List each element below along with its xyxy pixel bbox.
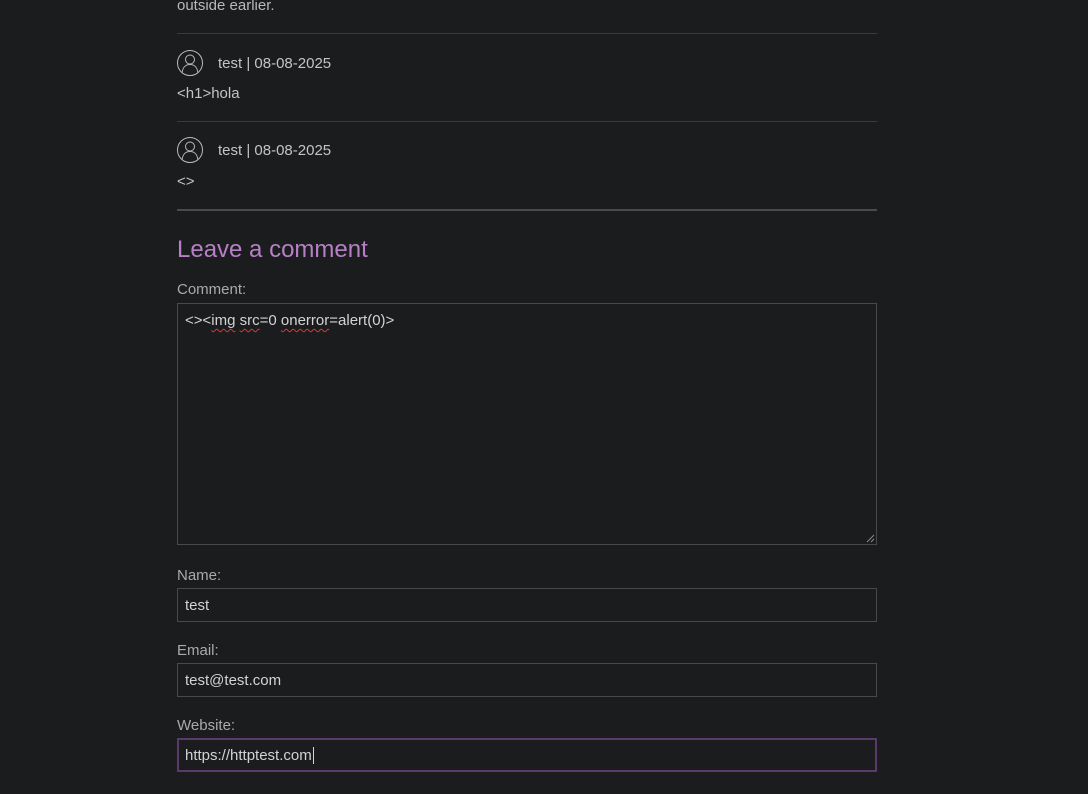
comment-textarea[interactable]: <><img src=0 onerror=alert(0)> [177,303,877,545]
website-label: Website: [177,717,236,734]
text-caret [312,746,314,764]
comment-author-date: test | 08-08-2025 [218,54,332,72]
name-value: test [185,596,210,614]
resize-handle-icon[interactable] [865,533,875,543]
page: outside earlier. test | 08-08-2025 <h1>h… [0,0,1088,794]
user-avatar-icon [177,50,203,76]
email-input[interactable]: test@test.com [177,663,877,697]
email-value: test@test.com [185,671,282,689]
website-value: https://httptest.com [185,746,312,764]
previous-comment-text: outside earlier. [177,0,275,14]
website-input[interactable]: https://httptest.com [177,738,877,772]
name-label: Name: [177,567,222,584]
comment-divider [177,121,877,122]
comment-body: <> [177,173,195,190]
leave-comment-heading: Leave a comment [177,236,368,263]
comment-divider [177,33,877,34]
user-avatar-icon [177,137,203,163]
comment-text: <><img src=0 onerror=alert(0)> [185,312,395,329]
comment-label: Comment: [177,281,247,298]
comment-author-date: test | 08-08-2025 [218,141,332,159]
email-label: Email: [177,642,219,659]
name-input[interactable]: test [177,588,877,622]
comment-body: <h1>hola [177,85,240,102]
comment-header: test | 08-08-2025 [177,136,331,164]
comment-header: test | 08-08-2025 [177,49,331,77]
comments-form-divider [177,209,877,211]
